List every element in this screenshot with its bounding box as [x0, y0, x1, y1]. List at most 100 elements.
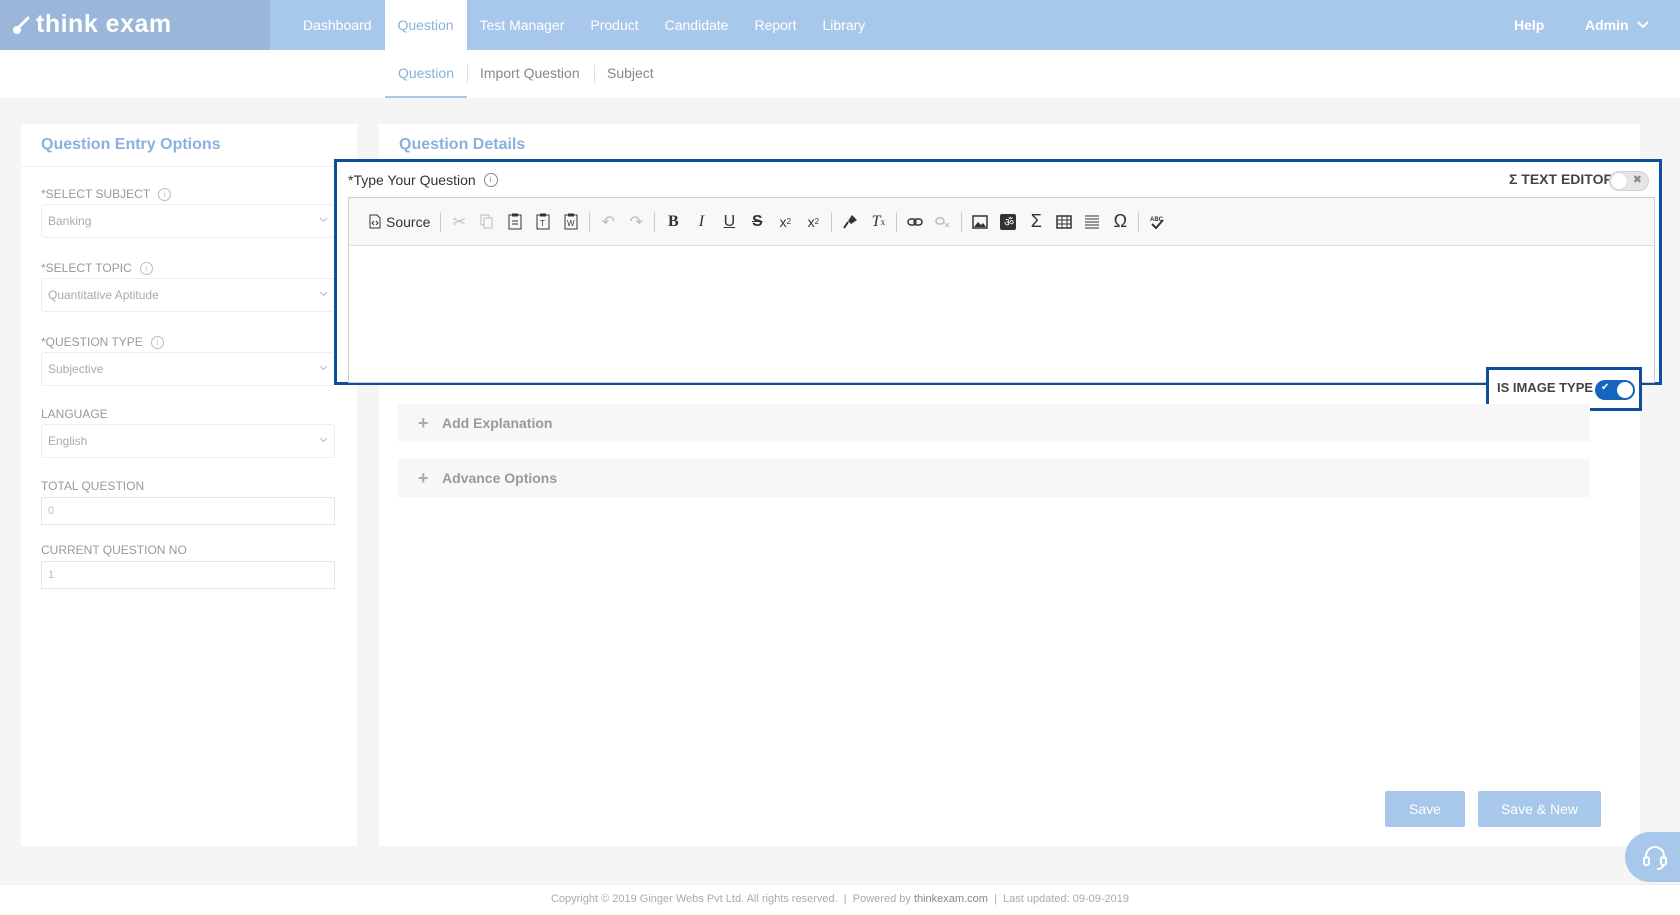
subscript-icon[interactable]: x2: [771, 208, 799, 236]
question-label-text: *Type Your Question: [348, 172, 476, 188]
subtab-question[interactable]: Question: [385, 50, 467, 98]
math-formula-icon[interactable]: ॐ: [994, 208, 1022, 236]
paste-word-icon[interactable]: W: [557, 208, 585, 236]
underline-icon[interactable]: U: [715, 208, 743, 236]
info-icon[interactable]: i: [139, 261, 153, 275]
advance-options-label: Advance Options: [442, 470, 558, 486]
toolbar-separator: [654, 211, 656, 232]
redo-icon[interactable]: ↷: [622, 208, 650, 236]
spellcheck-icon[interactable]: ABC: [1143, 208, 1171, 236]
nav-dashboard[interactable]: Dashboard: [290, 0, 385, 50]
help-link[interactable]: Help: [1514, 0, 1544, 50]
current-question-no-field[interactable]: 1: [41, 561, 335, 589]
italic-icon[interactable]: I: [687, 208, 715, 236]
copy-format-icon[interactable]: [836, 208, 864, 236]
select-subject-value: Banking: [48, 214, 92, 228]
chevron-down-icon: [319, 291, 328, 297]
logo-text: think exam: [36, 10, 172, 38]
svg-text:W: W: [567, 219, 575, 228]
sub-nav: Question Import Question Subject: [0, 50, 1680, 98]
admin-menu[interactable]: Admin: [1585, 0, 1649, 50]
link-icon[interactable]: [901, 208, 929, 236]
chevron-down-icon: [319, 217, 328, 223]
total-question-label: TOTAL QUESTION: [41, 479, 145, 493]
undo-icon[interactable]: ↶: [594, 208, 622, 236]
logo[interactable]: think exam: [0, 0, 270, 50]
nav-test-manager[interactable]: Test Manager: [467, 0, 578, 50]
subtab-import-question[interactable]: Import Question: [480, 50, 580, 96]
nav-candidate[interactable]: Candidate: [652, 0, 742, 50]
question-type-label-text: *QUESTION TYPE: [41, 335, 143, 349]
text-editor-label: Σ TEXT EDITOR: [1509, 171, 1614, 187]
paste-icon[interactable]: [501, 208, 529, 236]
editor-toolbar: Source ✂ T W ↶ ↷ B I U S x2 x 2 T x ॐ Σ …: [349, 198, 1654, 246]
select-topic-label: *SELECT TOPIC i: [41, 261, 153, 275]
panel-title: Question Details: [399, 136, 526, 153]
info-icon[interactable]: i: [158, 187, 172, 201]
language-label: LANGUAGE: [41, 407, 108, 421]
top-navbar: think exam Dashboard Question Test Manag…: [0, 0, 1680, 50]
toggle-knob: [1611, 173, 1627, 189]
support-chat-button[interactable]: [1625, 832, 1680, 882]
select-subject-label: *SELECT SUBJECT i: [41, 187, 172, 201]
question-label: *Type Your Question i: [348, 172, 498, 188]
info-icon[interactable]: i: [483, 173, 498, 187]
save-button[interactable]: Save: [1385, 791, 1465, 827]
select-subject-label-text: *SELECT SUBJECT: [41, 187, 151, 201]
horizontal-line-icon[interactable]: [1078, 208, 1106, 236]
headset-icon: [1643, 846, 1667, 870]
toggle-knob: [1617, 382, 1633, 398]
question-type-dropdown[interactable]: Subjective: [41, 352, 335, 386]
question-editor: *Type Your Question i Σ TEXT EDITOR ✖ Sou…: [334, 159, 1662, 385]
nav-report[interactable]: Report: [741, 0, 809, 50]
add-explanation-section[interactable]: + Add Explanation: [398, 404, 1590, 442]
nav-question[interactable]: Question: [384, 0, 467, 50]
subtab-subject[interactable]: Subject: [607, 50, 654, 96]
admin-label: Admin: [1585, 17, 1629, 33]
info-icon[interactable]: i: [150, 335, 164, 349]
copyright-text: Copyright © 2019 Ginger Webs Pvt Ltd. Al…: [550, 893, 838, 905]
special-character-icon[interactable]: Ω: [1106, 208, 1134, 236]
question-type-label: *QUESTION TYPE i: [41, 335, 164, 349]
nav-product[interactable]: Product: [577, 0, 651, 50]
source-label: Source: [386, 213, 431, 230]
plus-icon: +: [418, 468, 429, 488]
toolbar-separator: [589, 211, 591, 232]
unlink-icon[interactable]: [929, 208, 957, 236]
is-image-type-toggle[interactable]: ✔: [1595, 380, 1635, 400]
strikethrough-icon[interactable]: S: [743, 208, 771, 236]
source-icon: [369, 214, 381, 229]
table-icon[interactable]: [1050, 208, 1078, 236]
toolbar-separator: [831, 211, 833, 232]
current-question-no-label: CURRENT QUESTION NO: [41, 543, 187, 557]
nav-library[interactable]: Library: [809, 0, 878, 50]
superscript-icon[interactable]: x2: [799, 208, 827, 236]
footer-separator: |: [994, 893, 997, 905]
chevron-down-icon: [319, 365, 328, 371]
subtab-divider: [594, 65, 595, 83]
main-nav: Dashboard Question Test Manager Product …: [290, 0, 878, 50]
toolbar-separator: [440, 211, 442, 232]
toolbar-separator: [961, 211, 963, 232]
toolbar-separator: [896, 211, 898, 232]
copy-icon[interactable]: [473, 208, 501, 236]
advance-options-section[interactable]: + Advance Options: [398, 459, 1590, 497]
select-topic-dropdown[interactable]: Quantitative Aptitude: [41, 278, 335, 312]
save-and-new-button[interactable]: Save & New: [1478, 791, 1601, 827]
select-subject-dropdown[interactable]: Banking: [41, 204, 335, 238]
source-button[interactable]: Source: [363, 208, 436, 236]
language-value: English: [48, 434, 88, 448]
sigma-icon[interactable]: Σ: [1022, 208, 1050, 236]
text-editor-toggle[interactable]: ✖: [1609, 171, 1649, 191]
footer: Copyright © 2019 Ginger Webs Pvt Ltd. Al…: [0, 884, 1680, 915]
remove-format-icon[interactable]: Tx: [864, 208, 892, 236]
image-icon[interactable]: [966, 208, 994, 236]
select-topic-value: Quantitative Aptitude: [48, 288, 159, 302]
svg-text:ॐ: ॐ: [1004, 216, 1014, 229]
brand-link[interactable]: thinkexam.com: [914, 893, 988, 905]
cut-icon[interactable]: ✂: [445, 208, 473, 236]
bold-icon[interactable]: B: [659, 208, 687, 236]
total-question-field[interactable]: 0: [41, 497, 335, 525]
paste-text-icon[interactable]: T: [529, 208, 557, 236]
language-dropdown[interactable]: English: [41, 424, 335, 458]
